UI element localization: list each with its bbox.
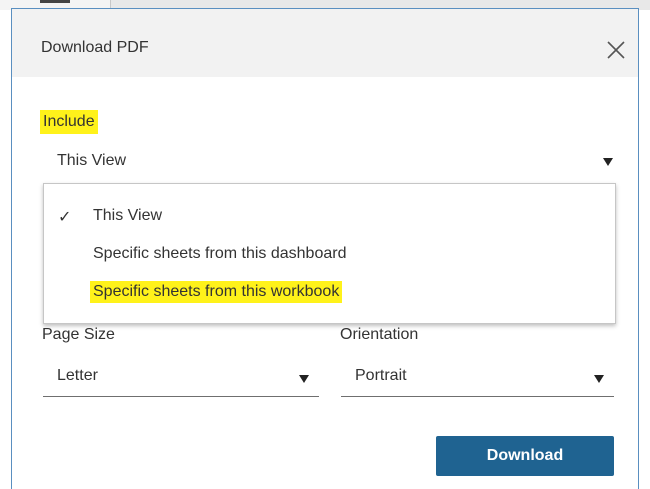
include-selected-value: This View bbox=[57, 152, 127, 169]
dialog-title: Download PDF bbox=[41, 39, 149, 56]
menu-item-this-view[interactable]: ✓ This View bbox=[44, 201, 615, 229]
dialog-header: Download PDF bbox=[12, 9, 638, 77]
menu-item-label: Specific sheets from this workbook bbox=[90, 281, 343, 303]
caret-down-icon bbox=[594, 375, 604, 383]
close-icon[interactable] bbox=[602, 36, 630, 64]
menu-item-label: This View bbox=[93, 207, 163, 224]
background-tab-mark bbox=[40, 0, 70, 3]
include-dropdown[interactable]: This View bbox=[43, 149, 615, 179]
menu-item-sheets-from-workbook[interactable]: Specific sheets from this workbook bbox=[44, 277, 615, 305]
download-pdf-dialog: Download PDF Include This View Page Size… bbox=[11, 8, 639, 489]
menu-item-sheets-from-dashboard[interactable]: Specific sheets from this dashboard bbox=[44, 239, 615, 267]
page-size-value: Letter bbox=[57, 367, 98, 384]
screen: Download PDF Include This View Page Size… bbox=[0, 0, 650, 489]
include-label: Include bbox=[40, 110, 98, 134]
menu-item-label: Specific sheets from this dashboard bbox=[93, 245, 347, 262]
page-size-dropdown[interactable]: Letter bbox=[43, 364, 319, 397]
check-icon: ✓ bbox=[58, 209, 72, 226]
caret-down-icon bbox=[299, 375, 309, 383]
include-options-menu: ✓ This View Specific sheets from this da… bbox=[43, 183, 616, 324]
orientation-dropdown[interactable]: Portrait bbox=[341, 364, 614, 397]
caret-down-icon bbox=[603, 158, 613, 166]
download-button[interactable]: Download bbox=[436, 436, 614, 476]
orientation-label: Orientation bbox=[340, 326, 419, 343]
orientation-value: Portrait bbox=[355, 367, 407, 384]
page-size-label: Page Size bbox=[42, 326, 115, 343]
